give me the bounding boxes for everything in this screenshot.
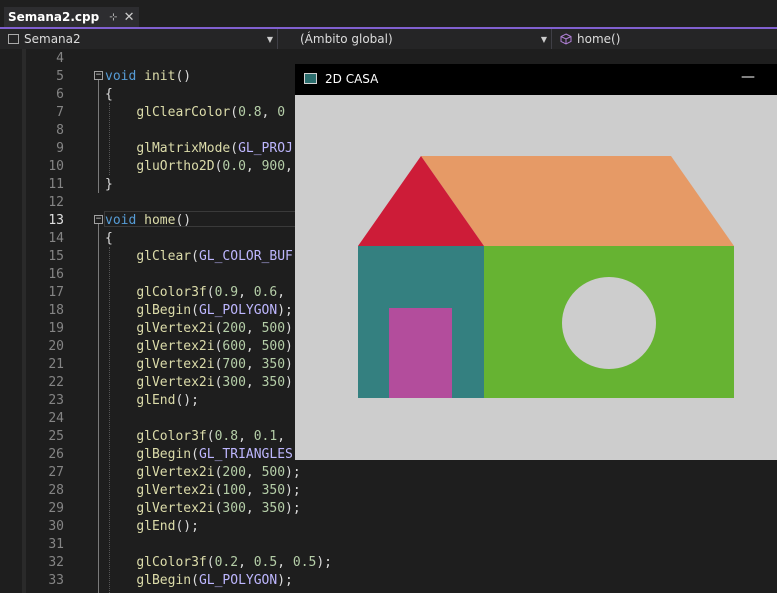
- code-text: glVertex2i(200, 500): [136, 321, 293, 336]
- chevron-down-icon: ▼: [540, 34, 547, 44]
- code-text: glEnd();: [136, 519, 199, 534]
- code-text: glClearColor(0.8, 0: [136, 105, 286, 120]
- code-text: glMatrixMode(GL_PROJ: [136, 141, 293, 156]
- line-number: 6: [56, 87, 64, 102]
- line-number: 25: [48, 429, 64, 444]
- line-number: 26: [48, 447, 64, 462]
- line-number: 11: [48, 177, 64, 192]
- scope-label: (Ámbito global): [300, 32, 393, 46]
- app-icon: [304, 73, 317, 84]
- chevron-down-icon: ▼: [266, 34, 273, 44]
- line-number: 23: [48, 393, 64, 408]
- line-number: 21: [48, 357, 64, 372]
- code-line[interactable]: 27 glVertex2i(200, 500);: [0, 464, 777, 482]
- document-tab[interactable]: Semana2.cpp ⊹ ✕: [4, 7, 139, 27]
- line-number: 15: [48, 249, 64, 264]
- code-text: glVertex2i(700, 350): [136, 357, 293, 372]
- code-text: glBegin(GL_POLYGON);: [136, 303, 293, 318]
- code-text: glVertex2i(600, 500): [136, 339, 293, 354]
- project-label: Semana2: [24, 32, 81, 46]
- code-text: void init(): [105, 69, 192, 84]
- code-text: glVertex2i(200, 500);: [136, 465, 301, 480]
- line-number: 29: [48, 501, 64, 516]
- line-number: 4: [56, 51, 64, 66]
- window-title: 2D CASA: [325, 72, 379, 86]
- line-number: 18: [48, 303, 64, 318]
- project-dropdown[interactable]: Semana2 ▼: [0, 29, 278, 49]
- line-number: 14: [48, 231, 64, 246]
- line-number: 7: [56, 105, 64, 120]
- line-number: 20: [48, 339, 64, 354]
- line-number: 22: [48, 375, 64, 390]
- minimize-icon[interactable]: —: [741, 69, 755, 85]
- code-text: glColor3f(0.8, 0.1,: [136, 429, 286, 444]
- door-shape: [389, 308, 452, 398]
- line-number: 28: [48, 483, 64, 498]
- opengl-canvas: [295, 95, 777, 460]
- code-line[interactable]: 32 glColor3f(0.2, 0.5, 0.5);: [0, 554, 777, 572]
- code-line[interactable]: 33 glBegin(GL_POLYGON);: [0, 572, 777, 590]
- line-number: 16: [48, 267, 64, 282]
- code-line[interactable]: 31: [0, 536, 777, 554]
- line-number: 9: [56, 141, 64, 156]
- line-number: 5: [56, 69, 64, 84]
- code-line[interactable]: 30 glEnd();: [0, 518, 777, 536]
- code-text: glVertex2i(300, 350);: [136, 501, 301, 516]
- line-number: 33: [48, 573, 64, 588]
- line-number: 17: [48, 285, 64, 300]
- member-label: home(): [577, 32, 621, 46]
- pin-icon[interactable]: ⊹: [109, 12, 117, 23]
- line-number: 27: [48, 465, 64, 480]
- code-text: glEnd();: [136, 393, 199, 408]
- round-window: [562, 277, 656, 369]
- line-number: 32: [48, 555, 64, 570]
- code-text: glColor3f(0.9, 0.6,: [136, 285, 286, 300]
- member-dropdown[interactable]: home(): [552, 29, 777, 49]
- line-number: 19: [48, 321, 64, 336]
- line-number: 10: [48, 159, 64, 174]
- code-text: glVertex2i(300, 350): [136, 375, 293, 390]
- code-line[interactable]: 29 glVertex2i(300, 350);: [0, 500, 777, 518]
- code-text: glColor3f(0.2, 0.5, 0.5);: [136, 555, 333, 570]
- code-text: gluOrtho2D(0.0, 900,: [136, 159, 293, 174]
- line-number: 24: [48, 411, 64, 426]
- navigation-bar: Semana2 ▼ (Ámbito global) ▼ home(): [0, 29, 777, 49]
- method-cube-icon: [560, 33, 572, 45]
- code-text: void home(): [105, 213, 192, 228]
- code-line[interactable]: 28 glVertex2i(100, 350);: [0, 482, 777, 500]
- code-text: {: [105, 87, 113, 102]
- code-text: {: [105, 231, 113, 246]
- code-text: glVertex2i(100, 350);: [136, 483, 301, 498]
- project-icon: [8, 34, 19, 44]
- line-number: 30: [48, 519, 64, 534]
- window-title-bar[interactable]: 2D CASA —: [295, 64, 777, 95]
- document-tab-strip: Semana2.cpp ⊹ ✕: [0, 0, 777, 29]
- app-window-2d-casa[interactable]: 2D CASA —: [295, 64, 777, 460]
- code-text: glBegin(GL_POLYGON);: [136, 573, 293, 588]
- scope-dropdown[interactable]: (Ámbito global) ▼: [278, 29, 552, 49]
- tab-title: Semana2.cpp: [8, 10, 100, 24]
- code-text: glClear(GL_COLOR_BUF: [136, 249, 293, 264]
- close-tab-icon[interactable]: ✕: [124, 10, 135, 25]
- line-number: 31: [48, 537, 64, 552]
- code-text: }: [105, 177, 113, 192]
- line-number: 13: [48, 213, 64, 228]
- line-number: 12: [48, 195, 64, 210]
- line-number: 8: [56, 123, 64, 138]
- code-text: glBegin(GL_TRIANGLES: [136, 447, 293, 462]
